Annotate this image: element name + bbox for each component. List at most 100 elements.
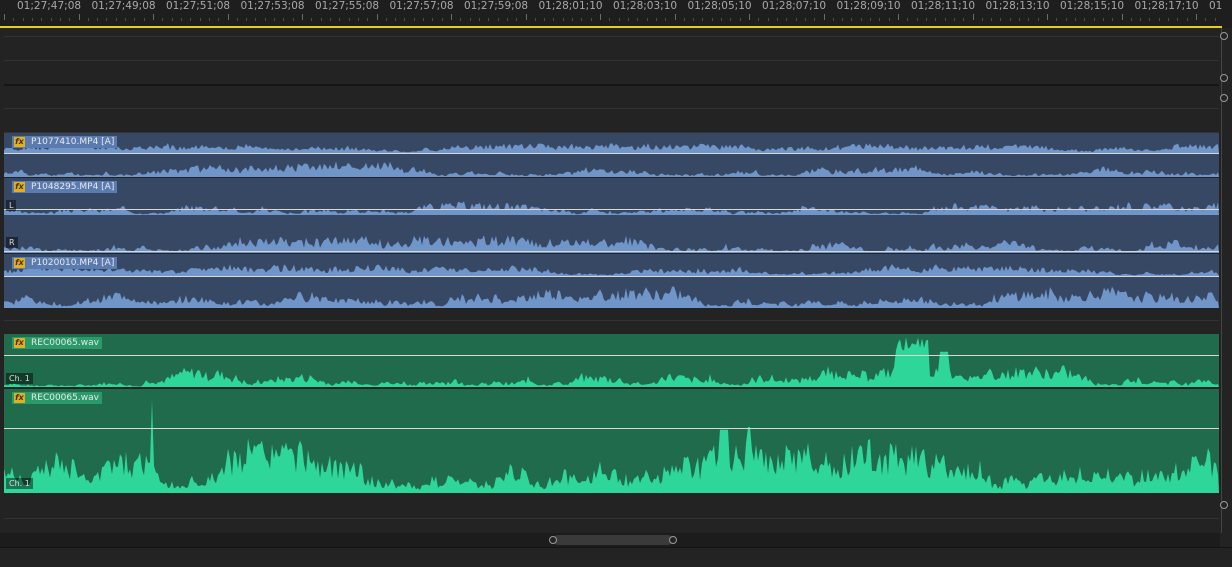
ruler-tick <box>22 18 24 21</box>
ruler-tick <box>69 18 71 21</box>
fx-badge-icon[interactable]: fx <box>14 258 25 268</box>
ruler-tick <box>795 18 797 21</box>
fx-badge-icon[interactable]: fx <box>14 338 25 348</box>
ruler-tick <box>404 18 406 21</box>
clip-name: REC00065.wav <box>31 393 99 403</box>
ruler-tick <box>1056 18 1058 21</box>
ruler-tick <box>385 18 387 21</box>
ruler-tick <box>1037 18 1039 21</box>
ruler-tick <box>413 18 415 21</box>
audio-clip-rec00065-2[interactable]: Ch. 1 fx REC00065.wav <box>4 389 1219 493</box>
ruler-tick <box>236 18 238 21</box>
ruler-tick <box>1130 18 1132 21</box>
audio-clip-rec00065-1[interactable]: Ch. 1 fx REC00065.wav <box>4 334 1219 387</box>
ruler-timecode: 01;27;47;08 <box>17 0 82 12</box>
ruler-tick <box>13 18 15 21</box>
ruler-tick <box>4 14 5 20</box>
fx-badge-icon[interactable]: fx <box>14 393 25 403</box>
clip-name: P1048295.MP4 [A] <box>31 182 115 192</box>
ruler-tick <box>153 14 154 20</box>
audio-clip-p1077410[interactable]: fx P1077410.MP4 [A] <box>4 133 1219 177</box>
ruler-tick <box>367 18 369 21</box>
volume-rubber-band-right[interactable] <box>4 251 1219 252</box>
ruler-tick <box>739 18 741 21</box>
ruler-tick <box>907 18 909 21</box>
ruler-timecode: 01;27;59;08 <box>464 0 529 12</box>
ruler-timecode: 01;28;03;10 <box>613 0 678 12</box>
ruler-tick <box>758 18 760 21</box>
ruler-tick <box>1168 18 1170 21</box>
track-group-divider <box>4 84 1219 86</box>
ruler-tick <box>162 18 164 21</box>
volume-rubber-band[interactable] <box>4 355 1219 356</box>
ruler-timecode: 01;28;07;10 <box>762 0 827 12</box>
ruler-tick <box>935 18 937 21</box>
scroll-zoom-handle-left[interactable] <box>549 536 557 544</box>
ruler-tick <box>171 18 173 21</box>
volume-rubber-band-left[interactable] <box>4 209 1219 210</box>
ruler-tick <box>693 18 695 21</box>
scroll-zoom-handle-right[interactable] <box>669 536 677 544</box>
track-divider <box>4 36 1219 37</box>
ruler-tick <box>916 18 918 21</box>
ruler-tick <box>991 18 993 21</box>
ruler-tick <box>59 18 61 21</box>
ruler-timecode: 01;27;55;08 <box>315 0 380 12</box>
ruler-tick <box>246 18 248 21</box>
volume-rubber-band[interactable] <box>4 276 1219 277</box>
track-scroll-rail <box>1221 28 1222 533</box>
audio-clip-p1048295[interactable]: L R fx P1048295.MP4 [A] <box>4 178 1219 253</box>
ruler-timecode: 01;28;09;10 <box>836 0 901 12</box>
waveform <box>4 143 1219 177</box>
ruler-tick <box>516 18 518 21</box>
ruler-tick <box>1028 18 1030 21</box>
ruler-timecode: 01;27;51;08 <box>166 0 231 12</box>
ruler-tick <box>860 18 862 21</box>
waveform <box>4 201 1219 253</box>
fx-badge-icon[interactable]: fx <box>14 137 25 147</box>
panel-footer <box>0 547 1232 567</box>
ruler-tick <box>925 18 927 21</box>
ruler-tick <box>432 18 434 21</box>
time-ruler[interactable]: 01;27;47;08 01;27;49;08 01;27;51;08 01;27;5… <box>0 0 1232 28</box>
ruler-tick <box>1093 18 1095 21</box>
ruler-tick <box>674 14 676 20</box>
ruler-tick <box>302 14 303 20</box>
ruler-timecode: 01;28;01;10 <box>538 0 603 12</box>
ruler-tick <box>348 18 350 21</box>
ruler-tick <box>143 18 145 21</box>
scrollbar-thumb[interactable] <box>553 535 673 545</box>
ruler-tick <box>637 18 639 21</box>
clip-name: P1077410.MP4 [A] <box>31 137 115 147</box>
video-zoom-handle-bottom[interactable] <box>1220 74 1228 82</box>
waveform <box>4 337 1219 387</box>
ruler-tick <box>944 18 946 21</box>
ruler-tick <box>590 18 592 21</box>
ruler-tick <box>339 18 341 21</box>
ruler-tick <box>618 18 620 21</box>
ruler-tick <box>41 18 43 21</box>
fx-badge-icon[interactable]: fx <box>14 182 25 192</box>
ruler-tick <box>1121 14 1123 20</box>
ruler-tick <box>553 18 555 21</box>
ruler-tick <box>879 18 881 21</box>
ruler-tick <box>1149 18 1151 21</box>
work-area-bar[interactable] <box>0 26 1222 28</box>
ruler-tick <box>190 18 192 21</box>
volume-rubber-band[interactable] <box>4 428 1219 429</box>
audio-zoom-handle-bottom[interactable] <box>1220 501 1228 509</box>
ruler-tick <box>115 18 117 21</box>
ruler-timecode: 01;28;15;10 <box>1060 0 1125 12</box>
ruler-tick <box>255 18 257 21</box>
ruler-timecode: 01;28;17;10 <box>1134 0 1199 12</box>
ruler-tick <box>283 18 285 21</box>
track-divider <box>4 108 1219 109</box>
ruler-tick <box>218 18 220 21</box>
audio-clip-p1020010[interactable]: fx P1020010.MP4 [A] <box>4 254 1219 308</box>
track-divider <box>4 60 1219 61</box>
audio-zoom-handle-top[interactable] <box>1220 94 1228 102</box>
volume-rubber-band[interactable] <box>4 153 1219 154</box>
ruler-tick <box>227 14 229 20</box>
video-zoom-handle-top[interactable] <box>1220 32 1228 40</box>
clip-label: fx P1048295.MP4 [A] <box>12 181 118 193</box>
